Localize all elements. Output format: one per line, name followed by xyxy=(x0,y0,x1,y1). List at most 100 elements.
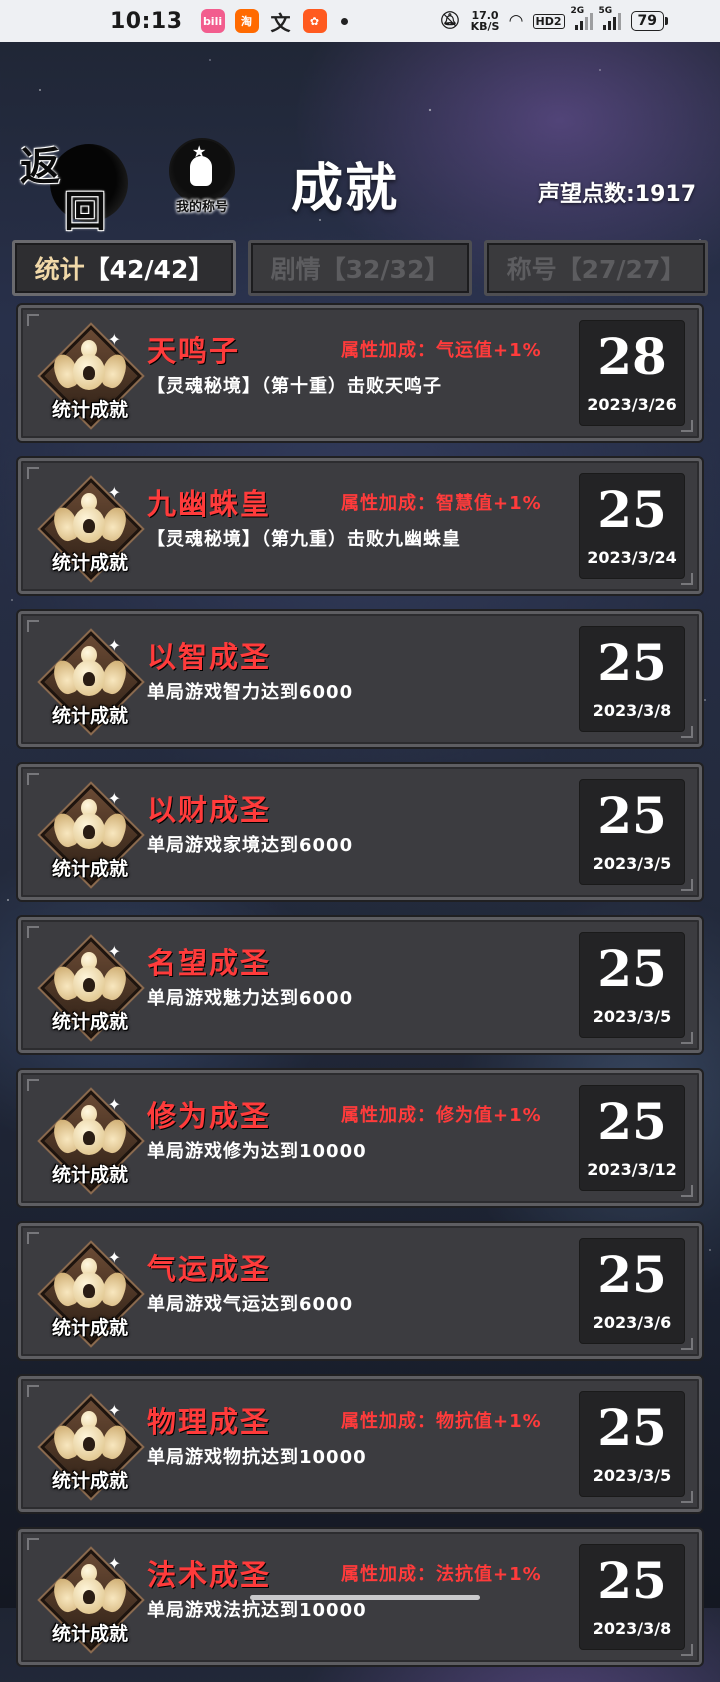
badge-label: 统计成就 xyxy=(51,399,128,421)
gourd-icon xyxy=(73,1556,105,1618)
wenku-icon: 文 xyxy=(270,10,291,35)
badge-label: 统计成就 xyxy=(51,1623,128,1645)
gourd-icon xyxy=(73,944,105,1006)
more-notifications-dot-icon xyxy=(340,17,348,25)
battery-icon: 79 xyxy=(630,11,669,31)
achievement-score: 25 xyxy=(597,480,667,539)
hd-voice-icon: HD2 xyxy=(532,13,565,29)
tab-story-label: 剧情 xyxy=(270,255,321,284)
achievement-card[interactable]: ✦ 统计成就 名望成圣 单局游戏魅力达到6000 25 2023/3/5 xyxy=(18,917,702,1053)
sim1-label: 2G xyxy=(570,6,585,16)
achievement-card[interactable]: ✦ 统计成就 修为成圣 属性加成：修为值+1% 单局游戏修为达到10000 25… xyxy=(18,1070,702,1206)
badge-label: 统计成就 xyxy=(51,1317,128,1339)
achievement-bonus: 属性加成：气运值+1% xyxy=(341,340,542,361)
tab-statistics-label: 统计 xyxy=(34,255,85,284)
taobao-icon: 淘 xyxy=(234,9,259,33)
tab-story-count: 【32/32】 xyxy=(320,255,450,284)
app-orange-icon: ✿ xyxy=(302,9,327,33)
sparkle-icon: ✦ xyxy=(107,330,121,349)
achievement-name: 以智成圣 xyxy=(147,640,272,674)
achievement-badge-icon: ✦ 统计成就 xyxy=(40,1396,142,1498)
achievement-name: 法术成圣 xyxy=(147,1558,272,1592)
achievement-date: 2023/3/5 xyxy=(592,1007,672,1026)
achievement-date: 2023/3/8 xyxy=(592,1619,672,1638)
tab-titles[interactable]: 称号 【27/27】 xyxy=(484,240,708,296)
badge-label: 统计成就 xyxy=(51,705,128,727)
sparkle-icon: ✦ xyxy=(107,1401,121,1420)
category-tabs: 统计 【42/42】 剧情 【32/32】 称号 【27/27】 xyxy=(12,240,708,296)
achievement-description: 单局游戏修为达到10000 xyxy=(147,1141,367,1162)
achievement-date: 2023/3/5 xyxy=(592,854,672,873)
network-speed-unit: KB/S xyxy=(470,20,500,33)
tab-titles-label: 称号 xyxy=(506,255,557,284)
score-box: 25 2023/3/5 xyxy=(579,932,685,1038)
tab-story[interactable]: 剧情 【32/32】 xyxy=(248,240,472,296)
achievement-score: 25 xyxy=(597,1551,667,1610)
sparkle-icon: ✦ xyxy=(107,1095,121,1114)
achievement-bonus: 属性加成：修为值+1% xyxy=(341,1105,542,1126)
status-time: 10:13 xyxy=(110,8,183,34)
status-bar: 10:13 bili 淘 文 ✿ 🔕︎ 17.0 KB/S ◠ HD2 2G 5… xyxy=(0,0,720,42)
achievement-card[interactable]: ✦ 统计成就 以财成圣 单局游戏家境达到6000 25 2023/3/5 xyxy=(18,764,702,900)
score-box: 25 2023/3/24 xyxy=(579,473,685,579)
achievement-badge-icon: ✦ 统计成就 xyxy=(40,937,142,1039)
tab-titles-count: 【27/27】 xyxy=(556,255,686,284)
score-box: 25 2023/3/8 xyxy=(579,1544,685,1650)
achievement-score: 25 xyxy=(597,1398,667,1457)
page-title: 成就 xyxy=(290,158,399,219)
achievement-badge-icon: ✦ 统计成就 xyxy=(40,1243,142,1345)
achievement-score: 25 xyxy=(597,1092,667,1151)
achievement-bonus: 属性加成：智慧值+1% xyxy=(341,493,542,514)
achievement-card[interactable]: ✦ 统计成就 九幽蛛皇 属性加成：智慧值+1% 【灵魂秘境】（第九重）击败九幽蛛… xyxy=(18,458,702,594)
sim2-label: 5G xyxy=(598,6,613,16)
signal-sim2-icon: 5G xyxy=(599,6,621,30)
tab-statistics-count: 【42/42】 xyxy=(84,255,214,284)
sparkle-icon: ✦ xyxy=(107,942,121,961)
sparkle-icon: ✦ xyxy=(107,1248,121,1267)
home-indicator[interactable] xyxy=(250,1595,480,1600)
notification-icons: bili 淘 文 ✿ xyxy=(200,9,327,35)
achievement-badge-icon: ✦ 统计成就 xyxy=(40,1090,142,1192)
wifi-icon: ◠ xyxy=(509,11,523,31)
achievement-name: 以财成圣 xyxy=(147,793,272,827)
achievement-card[interactable]: ✦ 统计成就 物理成圣 属性加成：物抗值+1% 单局游戏物抗达到10000 25… xyxy=(18,1376,702,1512)
bilibili-icon: bili xyxy=(200,9,225,33)
signal-sim1-icon: 2G xyxy=(571,6,593,30)
badge-label: 统计成就 xyxy=(51,552,128,574)
achievement-badge-icon: ✦ 统计成就 xyxy=(40,478,142,580)
achievement-list[interactable]: ✦ 统计成就 天鸣子 属性加成：气运值+1% 【灵魂秘境】（第十重）击败天鸣子 … xyxy=(18,305,702,1682)
badge-label: 统计成就 xyxy=(51,1470,128,1492)
star-icon: ★ xyxy=(192,142,207,161)
sparkle-icon: ✦ xyxy=(107,636,121,655)
score-box: 28 2023/3/26 xyxy=(579,320,685,426)
achievement-date: 2023/3/8 xyxy=(592,701,672,720)
achievement-name: 天鸣子 xyxy=(147,334,241,368)
achievement-card[interactable]: ✦ 统计成就 气运成圣 单局游戏气运达到6000 25 2023/3/6 xyxy=(18,1223,702,1359)
fame-points: 声望点数:1917 xyxy=(537,182,696,207)
badge-label: 统计成就 xyxy=(51,1164,128,1186)
achievement-badge-icon: ✦ 统计成就 xyxy=(40,325,142,427)
achievement-description: 单局游戏智力达到6000 xyxy=(147,682,354,703)
score-box: 25 2023/3/5 xyxy=(579,1391,685,1497)
gourd-icon xyxy=(73,638,105,700)
achievement-name: 九幽蛛皇 xyxy=(147,487,272,521)
score-box: 25 2023/3/6 xyxy=(579,1238,685,1344)
gourd-icon xyxy=(73,332,105,394)
achievement-name: 物理成圣 xyxy=(147,1405,272,1439)
achievement-date: 2023/3/12 xyxy=(587,1160,677,1179)
achievement-badge-icon: ✦ 统计成就 xyxy=(40,784,142,886)
gourd-icon xyxy=(73,1250,105,1312)
achievement-card[interactable]: ✦ 统计成就 天鸣子 属性加成：气运值+1% 【灵魂秘境】（第十重）击败天鸣子 … xyxy=(18,305,702,441)
achievement-name: 气运成圣 xyxy=(147,1252,272,1286)
score-box: 25 2023/3/12 xyxy=(579,1085,685,1191)
gourd-icon xyxy=(73,485,105,547)
achievement-bonus: 属性加成：法抗值+1% xyxy=(341,1564,542,1585)
achievement-score: 25 xyxy=(597,786,667,845)
achievement-description: 单局游戏魅力达到6000 xyxy=(147,988,354,1009)
achievement-name: 修为成圣 xyxy=(147,1099,272,1133)
achievement-card[interactable]: ✦ 统计成就 以智成圣 单局游戏智力达到6000 25 2023/3/8 xyxy=(18,611,702,747)
achievement-description: 【灵魂秘境】（第十重）击败天鸣子 xyxy=(147,376,442,397)
achievement-date: 2023/3/26 xyxy=(587,395,677,414)
achievement-date: 2023/3/6 xyxy=(592,1313,672,1332)
tab-statistics[interactable]: 统计 【42/42】 xyxy=(12,240,236,296)
